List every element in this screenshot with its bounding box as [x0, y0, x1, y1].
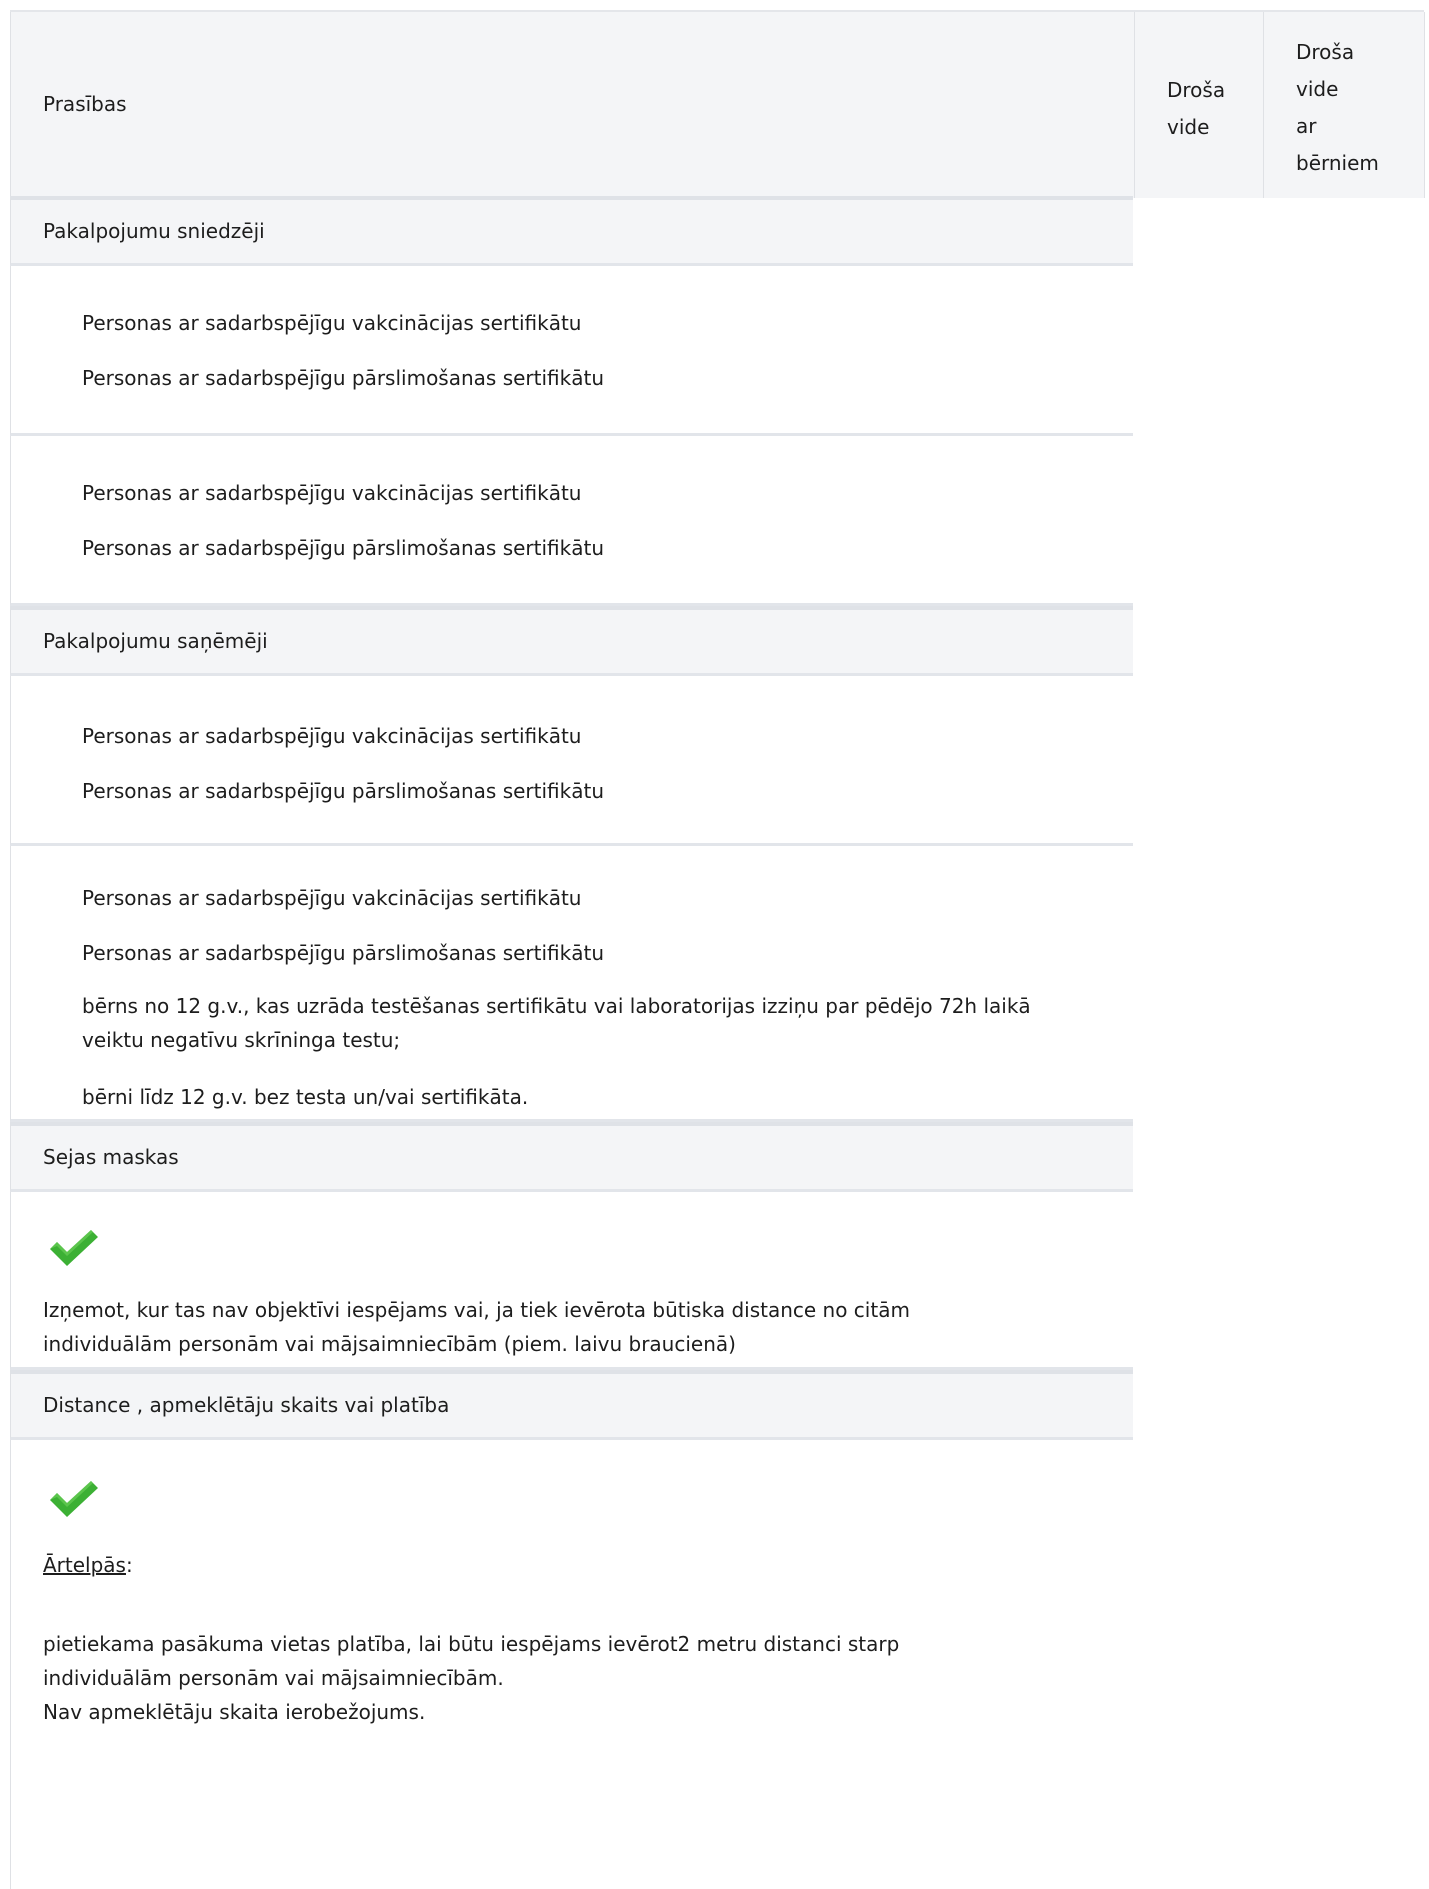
- table-header: Prasības Droša vide Droša vide ar bērnie…: [10, 10, 1425, 198]
- list-item: Personas ar sadarbspējīgu pārslimošanas …: [82, 941, 604, 965]
- header-cell-safe-environment: Droša vide: [1134, 12, 1263, 198]
- child-test-note-line: bērns no 12 g.v., kas uzrāda testēšanas …: [82, 994, 1031, 1018]
- section-title: Distance , apmeklētāju skaits vai platīb…: [43, 1393, 450, 1417]
- recipients-block-1: Personas ar sadarbspējīgu vakcinācijas s…: [10, 676, 1133, 846]
- outdoor-label: Ārtelpās:: [43, 1553, 133, 1577]
- check-icon: [50, 1230, 98, 1266]
- distance-block: Ārtelpās: pietiekama pasākuma vietas pla…: [10, 1440, 1133, 1889]
- header-safe-env-children-line: ar: [1296, 114, 1317, 138]
- section-title: Pakalpojumu sniedzēji: [43, 219, 265, 243]
- header-cell-requirements: Prasības: [10, 12, 1134, 198]
- section-header-recipients: Pakalpojumu saņēmēji: [10, 606, 1133, 676]
- outdoor-label-text: Ārtelpās: [43, 1553, 126, 1577]
- distance-text-line: individuālām personām vai mājsaimniecībā…: [43, 1666, 504, 1690]
- providers-block-1: Personas ar sadarbspējīgu vakcinācijas s…: [10, 266, 1133, 436]
- section-header-distance: Distance , apmeklētāju skaits vai platīb…: [10, 1370, 1133, 1440]
- child-test-note: bērns no 12 g.v., kas uzrāda testēšanas …: [82, 989, 1031, 1057]
- section-header-providers: Pakalpojumu sniedzēji: [10, 196, 1133, 266]
- list-item: Personas ar sadarbspējīgu vakcinācijas s…: [82, 724, 582, 748]
- header-safe-env-children-line: bērniem: [1296, 151, 1379, 175]
- section-title: Pakalpojumu saņēmēji: [43, 629, 268, 653]
- header-safe-env-children-line: Droša: [1296, 40, 1355, 64]
- header-requirements-label: Prasības: [43, 92, 127, 116]
- section-header-masks: Sejas maskas: [10, 1122, 1133, 1192]
- providers-block-2: Personas ar sadarbspējīgu vakcinācijas s…: [10, 436, 1133, 606]
- list-item: Personas ar sadarbspējīgu pārslimošanas …: [82, 779, 604, 803]
- list-item: Personas ar sadarbspējīgu pārslimošanas …: [82, 366, 604, 390]
- distance-text-line: Nav apmeklētāju skaita ierobežojums.: [43, 1700, 426, 1724]
- distance-text-line: pietiekama pasākuma vietas platība, lai …: [43, 1632, 900, 1656]
- child-test-note-line: veiktu negatīvu skrīninga testu;: [82, 1028, 401, 1052]
- list-item: Personas ar sadarbspējīgu vakcinācijas s…: [82, 311, 582, 335]
- list-item: bērni līdz 12 g.v. bez testa un/vai sert…: [82, 1085, 529, 1109]
- header-cell-safe-environment-children: Droša vide ar bērniem: [1263, 12, 1425, 198]
- requirements-table: Prasības Droša vide Droša vide ar bērnie…: [10, 10, 1425, 1889]
- masks-block: Izņemot, kur tas nav objektīvi iespējams…: [10, 1192, 1133, 1370]
- masks-note: Izņemot, kur tas nav objektīvi iespējams…: [43, 1293, 910, 1361]
- recipients-block-2: Personas ar sadarbspējīgu vakcinācijas s…: [10, 846, 1133, 1122]
- header-safe-env-line: Droša: [1167, 78, 1226, 102]
- header-safe-env-line: vide: [1167, 115, 1210, 139]
- list-item: Personas ar sadarbspējīgu vakcinācijas s…: [82, 481, 582, 505]
- list-item: Personas ar sadarbspējīgu pārslimošanas …: [82, 536, 604, 560]
- section-title: Sejas maskas: [43, 1145, 179, 1169]
- list-item: Personas ar sadarbspējīgu vakcinācijas s…: [82, 886, 582, 910]
- check-icon: [50, 1481, 98, 1517]
- header-safe-env-children-line: vide: [1296, 77, 1339, 101]
- masks-note-line: individuālām personām vai mājsaimniecībā…: [43, 1332, 736, 1356]
- masks-note-line: Izņemot, kur tas nav objektīvi iespējams…: [43, 1298, 910, 1322]
- outdoor-label-colon: :: [125, 1553, 133, 1577]
- distance-text: pietiekama pasākuma vietas platība, lai …: [43, 1627, 899, 1729]
